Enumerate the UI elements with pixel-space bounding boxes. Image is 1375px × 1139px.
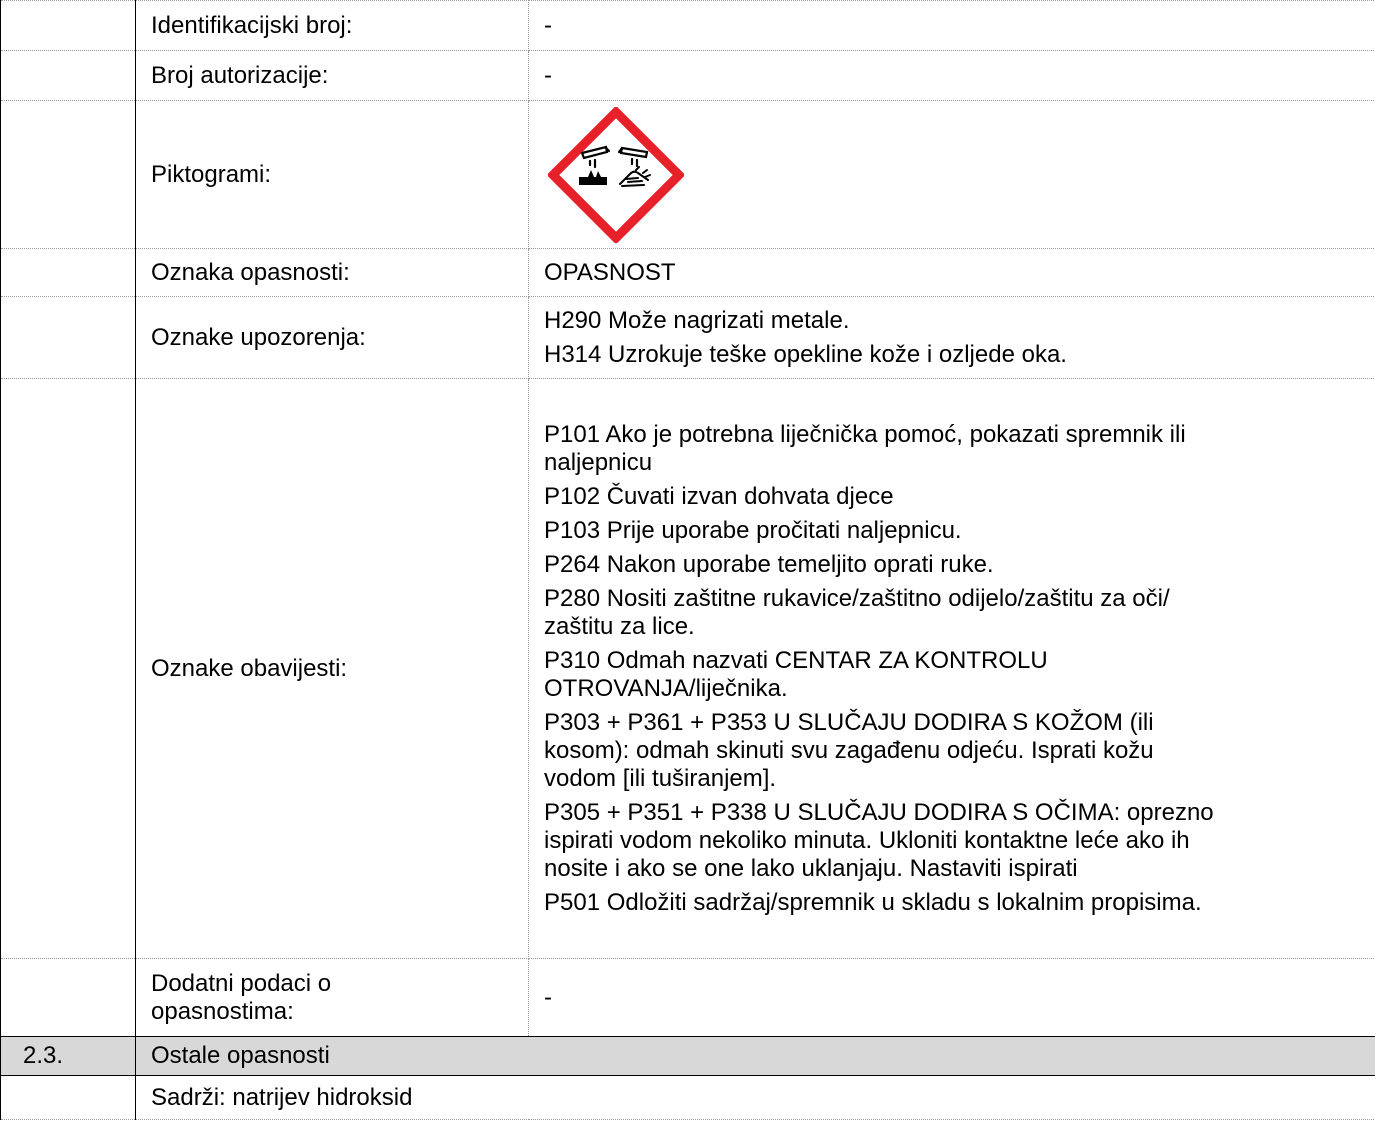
section-2-3-header: 2.3. Ostale opasnosti (0, 1036, 1375, 1076)
empty-cell (0, 378, 136, 959)
precautionary-line: P501 Odložiti sadržaj/spremnik u skladu … (544, 888, 1202, 916)
row-contains: Sadrži: natrijev hidroksid (0, 1075, 1375, 1120)
empty-cell (0, 1075, 136, 1120)
precautionary-line: P103 Prije uporabe pročitati naljepnicu. (544, 516, 962, 544)
row-precautionary-statements: Oznake obavijesti: P101 Ako je potrebna … (0, 378, 1375, 959)
label-additional-hazard-info: Dodatni podaci o opasnostima: (135, 958, 529, 1037)
precautionary-line: P101 Ako je potrebna liječnička pomoć, p… (544, 420, 1186, 448)
precautionary-line: P280 Nositi zaštitne rukavice/zaštitno o… (544, 584, 1170, 612)
empty-cell (0, 248, 136, 297)
empty-cell (0, 50, 136, 101)
precautionary-line: P305 + P351 + P338 U SLUČAJU DODIRA S OČ… (544, 798, 1214, 826)
precautionary-line: P303 + P361 + P353 U SLUČAJU DODIRA S KO… (544, 708, 1154, 736)
row-pictograms: Piktogrami: (0, 100, 1375, 249)
empty-cell (0, 100, 136, 249)
value-additional-hazard-info: - (528, 958, 1375, 1037)
label-hazard-statements: Oznake upozorenja: (135, 296, 529, 379)
empty-cell (0, 296, 136, 379)
empty-cell (0, 958, 136, 1037)
section-title: Ostale opasnosti (135, 1036, 1375, 1076)
value-authorization-number: - (528, 50, 1375, 101)
precautionary-line: P310 Odmah nazvati CENTAR ZA KONTROLU (544, 646, 1048, 674)
precautionary-line: naljepnicu (544, 448, 653, 476)
hazard-statements-list: H290 Može nagrizati metale. H314 Uzrokuj… (528, 296, 1375, 379)
row-signal-word: Oznaka opasnosti: OPASNOST (0, 248, 1375, 297)
row-authorization-number: Broj autorizacije: - (0, 50, 1375, 101)
value-signal-word: OPASNOST (528, 248, 1375, 297)
label-line: Dodatni podaci o (151, 969, 332, 997)
label-line: opasnostima: (151, 997, 294, 1025)
row-identification-number: Identifikacijski broj: - (0, 0, 1375, 51)
row-additional-hazard-info: Dodatni podaci o opasnostima: - (0, 958, 1375, 1037)
precautionary-statements-list: P101 Ako je potrebna liječnička pomoć, p… (528, 378, 1375, 959)
pictogram-cell (528, 100, 1375, 249)
empty-cell (0, 0, 136, 51)
row-hazard-statements: Oznake upozorenja: H290 Može nagrizati m… (0, 296, 1375, 379)
label-precautionary-statements: Oznake obavijesti: (135, 378, 529, 959)
precautionary-line: OTROVANJA/liječnika. (544, 674, 788, 702)
precautionary-line: vodom [ili tuširanjem]. (544, 764, 777, 792)
label-authorization-number: Broj autorizacije: (135, 50, 529, 101)
hazard-statement-item: H314 Uzrokuje teške opekline kože i ozlj… (544, 340, 1067, 368)
precautionary-line: nosite i ako se one lako uklanjaju. Nast… (544, 854, 1078, 882)
label-identification-number: Identifikacijski broj: (135, 0, 529, 51)
contains-text: Sadrži: natrijev hidroksid (135, 1075, 1375, 1120)
hazard-statement-item: H290 Može nagrizati metale. (544, 306, 850, 334)
precautionary-line: zaštitu za lice. (544, 612, 695, 640)
value-identification-number: - (528, 0, 1375, 51)
sds-label-elements-table: Identifikacijski broj: - Broj autorizaci… (0, 0, 1375, 1120)
label-signal-word: Oznaka opasnosti: (135, 248, 529, 297)
precautionary-line: P102 Čuvati izvan dohvata djece (544, 482, 894, 510)
precautionary-line: ispirati vodom nekoliko minuta. Ukloniti… (544, 826, 1190, 854)
label-pictograms: Piktogrami: (135, 100, 529, 249)
precautionary-line: kosom): odmah skinuti svu zagađenu odjeć… (544, 736, 1154, 764)
precautionary-line: P264 Nakon uporabe temeljito oprati ruke… (544, 550, 994, 578)
ghs05-corrosion-icon (548, 106, 684, 243)
section-number: 2.3. (0, 1036, 136, 1076)
